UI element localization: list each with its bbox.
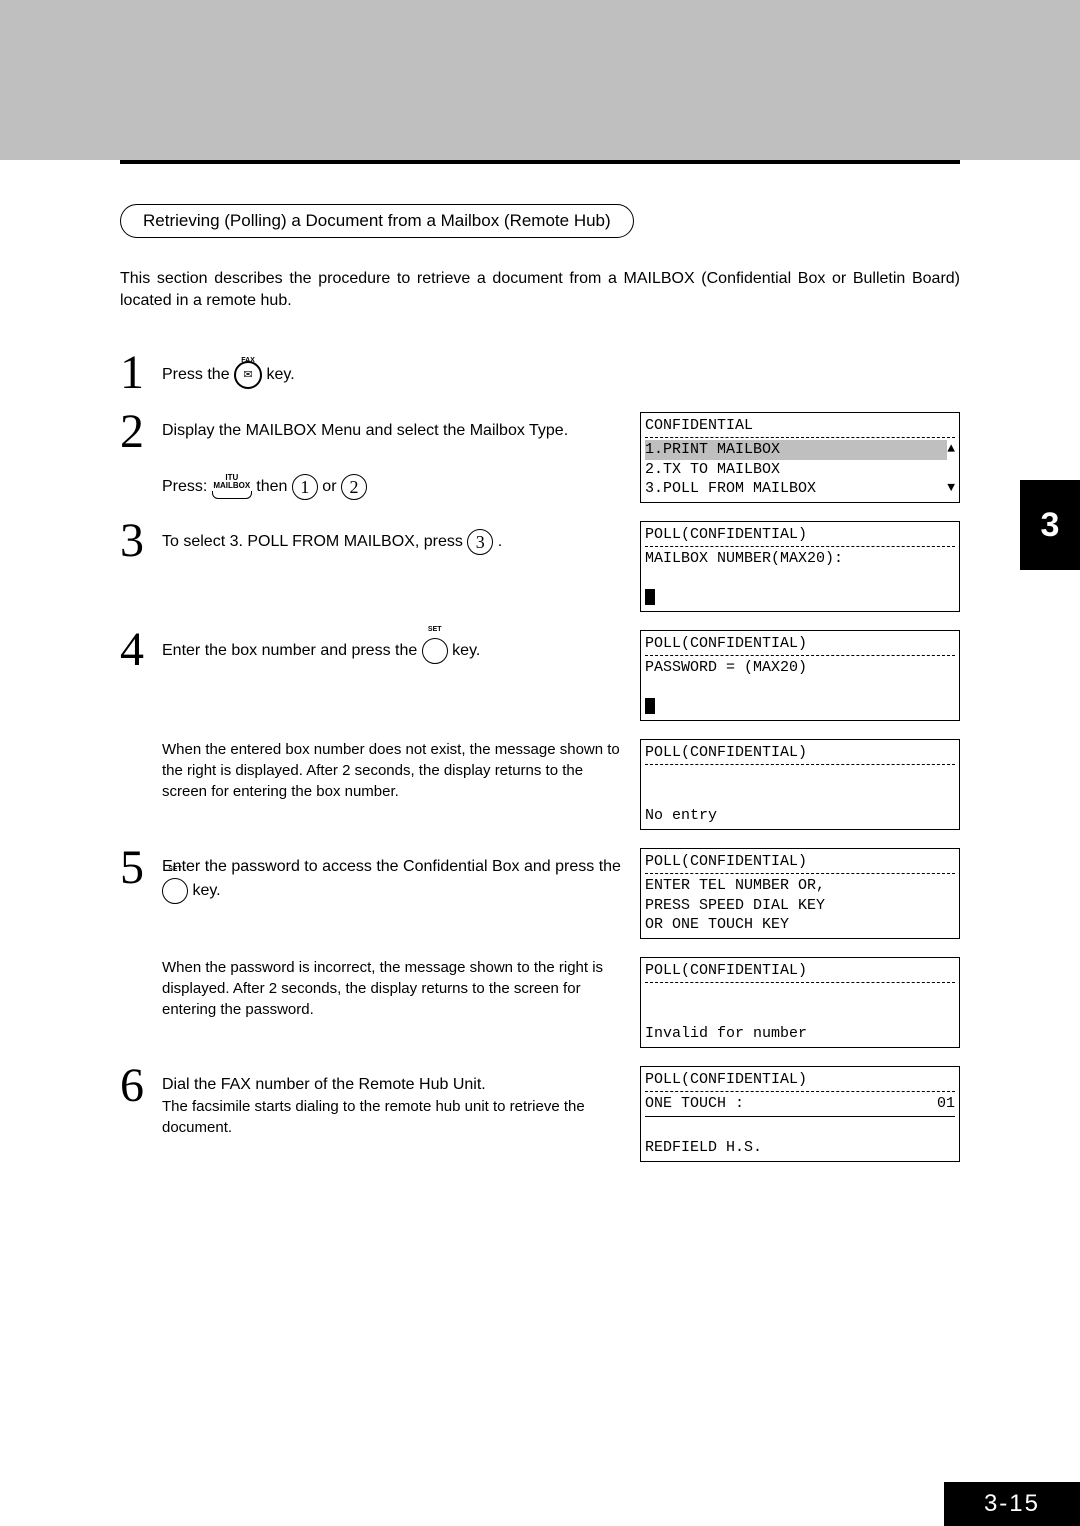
set-key-label: SET	[423, 625, 447, 635]
step-3-number: 3	[120, 521, 162, 562]
lcd-boxnum-line: MAILBOX NUMBER(MAX20):	[645, 549, 955, 569]
step-4-note: When the entered box number does not exi…	[162, 739, 960, 830]
mailbox-label: MAILBOX	[213, 481, 250, 490]
lcd-password: POLL(CONFIDENTIAL) PASSWORD = (MAX20)	[640, 630, 960, 721]
step-6-number: 6	[120, 1066, 162, 1107]
fax-key-label: FAX	[236, 349, 260, 373]
lcd-pass-line: PASSWORD = (MAX20)	[645, 658, 955, 678]
step-2: 2 Display the MAILBOX Menu and select th…	[120, 412, 960, 503]
step-2-number: 2	[120, 412, 162, 453]
lcd-tel-l3: OR ONE TOUCH KEY	[645, 915, 955, 935]
step-6-sub: The facsimile starts dialing to the remo…	[162, 1096, 628, 1138]
lcd-no-entry: POLL(CONFIDENTIAL) No entry	[640, 739, 960, 830]
lcd-menu-header: CONFIDENTIAL	[645, 416, 753, 436]
lcd-dial-l2: REDFIELD H.S.	[645, 1138, 955, 1158]
step-3-text-a: To select 3. POLL FROM MAILBOX, press	[162, 533, 467, 550]
step-2-press-c: or	[322, 478, 341, 495]
step-5-note-text: When the password is incorrect, the mess…	[162, 957, 640, 1048]
lcd-cursor-2	[645, 698, 655, 714]
lcd-dial-l1: ONE TOUCH :	[645, 1094, 744, 1114]
header-rule	[120, 160, 960, 164]
intro-text: This section describes the procedure to …	[120, 268, 960, 313]
lcd-tel-l1: ENTER TEL NUMBER OR,	[645, 876, 955, 896]
lcd-cursor	[645, 589, 655, 605]
lcd-invalid-header: POLL(CONFIDENTIAL)	[645, 961, 807, 981]
set-key-icon-2: SET	[162, 878, 188, 904]
step-5-note: When the password is incorrect, the mess…	[162, 957, 960, 1048]
step-1-text-b: key.	[266, 366, 294, 383]
step-3: 3 To select 3. POLL FROM MAILBOX, press …	[120, 521, 960, 612]
lcd-menu-opt3: 3.POLL FROM MAILBOX	[645, 479, 816, 499]
step-1-text-a: Press the	[162, 366, 234, 383]
lcd-noentry-line: No entry	[645, 806, 955, 826]
step-2-press-b: then	[256, 478, 292, 495]
lcd-mailbox-menu: CONFIDENTIAL 1.PRINT MAILBOX▲ 2.TX TO MA…	[640, 412, 960, 503]
arrow-up-icon: ▲	[947, 441, 955, 458]
top-gray-band	[0, 0, 1080, 160]
lcd-tel-l2: PRESS SPEED DIAL KEY	[645, 896, 955, 916]
lcd-dial: POLL(CONFIDENTIAL) ONE TOUCH : 01 REDFIE…	[640, 1066, 960, 1162]
lcd-dial-header: POLL(CONFIDENTIAL)	[645, 1070, 807, 1090]
key-3-icon: 3	[467, 529, 493, 555]
step-6: 6 Dial the FAX number of the Remote Hub …	[120, 1066, 960, 1162]
step-4-text-a: Enter the box number and press the	[162, 642, 422, 659]
lcd-invalid-line: Invalid for number	[645, 1024, 955, 1044]
step-4-number: 4	[120, 630, 162, 671]
lcd-pass-header: POLL(CONFIDENTIAL)	[645, 634, 807, 654]
step-3-text-b: .	[498, 533, 502, 550]
step-6-text: Dial the FAX number of the Remote Hub Un…	[162, 1074, 628, 1096]
step-5-number: 5	[120, 848, 162, 889]
lcd-invalid: POLL(CONFIDENTIAL) Invalid for number	[640, 957, 960, 1048]
fax-key-icon: FAX ✉	[234, 361, 262, 389]
step-2-text: Display the MAILBOX Menu and select the …	[162, 420, 628, 442]
section-title-pill: Retrieving (Polling) a Document from a M…	[120, 204, 634, 238]
step-5: 5 Enter the password to access the Confi…	[120, 848, 960, 939]
mailbox-key-icon: ITU MAILBOX	[212, 474, 252, 499]
page-number: 3-15	[944, 1482, 1080, 1526]
lcd-tel-header: POLL(CONFIDENTIAL)	[645, 852, 807, 872]
step-4-text-b: key.	[452, 642, 480, 659]
step-2-press-a: Press:	[162, 478, 212, 495]
lcd-box-number: POLL(CONFIDENTIAL) MAILBOX NUMBER(MAX20)…	[640, 521, 960, 612]
step-5-text-a: Enter the password to access the Confide…	[162, 858, 621, 875]
lcd-dial-l1r: 01	[937, 1094, 955, 1114]
set-key-icon: SET	[422, 638, 448, 664]
set-key-label-2: SET	[163, 865, 187, 875]
arrow-down-icon: ▼	[947, 480, 955, 497]
lcd-menu-opt2: 2.TX TO MAILBOX	[645, 460, 955, 480]
step-1: 1 Press the FAX ✉ key.	[120, 353, 960, 394]
step-4-note-text: When the entered box number does not exi…	[162, 739, 640, 830]
step-4: 4 Enter the box number and press the SET…	[120, 630, 960, 721]
key-1-icon: 1	[292, 474, 318, 500]
lcd-noentry-header: POLL(CONFIDENTIAL)	[645, 743, 807, 763]
step-1-number: 1	[120, 353, 162, 394]
step-5-text-b: key.	[192, 882, 220, 899]
lcd-menu-opt1: 1.PRINT MAILBOX	[645, 440, 947, 460]
key-2-icon: 2	[341, 474, 367, 500]
lcd-enter-tel: POLL(CONFIDENTIAL) ENTER TEL NUMBER OR, …	[640, 848, 960, 939]
lcd-boxnum-header: POLL(CONFIDENTIAL)	[645, 525, 807, 545]
